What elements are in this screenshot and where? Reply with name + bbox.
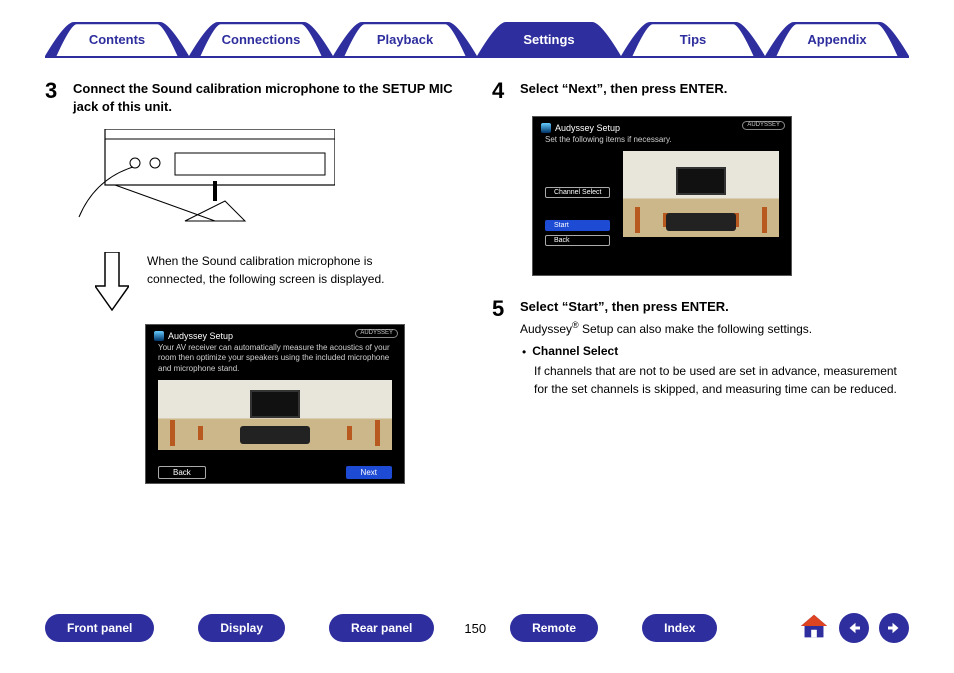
down-arrow-icon [95, 252, 129, 312]
left-column: 3 Connect the Sound calibration micropho… [45, 80, 462, 573]
step-title: Connect the Sound calibration microphone… [73, 80, 462, 115]
room-illustration [623, 151, 779, 237]
tab-label: Connections [222, 32, 301, 47]
osd-body: Set the following items if necessary. [533, 135, 791, 145]
step-title: Select “Next”, then press ENTER. [520, 80, 727, 98]
step-number: 5 [492, 298, 508, 398]
audyssey-logo-icon [154, 331, 164, 341]
bullet-body: If channels that are not to be used are … [534, 362, 909, 398]
tab-label: Settings [523, 32, 574, 47]
home-icon[interactable] [799, 611, 829, 646]
osd-screen-1: Audyssey Setup AUDYSSEY Your AV receiver… [145, 324, 405, 484]
audyssey-logo-icon [541, 123, 551, 133]
bullet-dot-icon: • [522, 344, 526, 361]
step-3: 3 Connect the Sound calibration micropho… [45, 80, 462, 115]
right-column: 4 Select “Next”, then press ENTER. Audys… [492, 80, 909, 573]
note-text: When the Sound calibration microphone is… [147, 252, 407, 288]
page-number: 150 [464, 621, 486, 636]
osd-side-buttons: Channel Select Start Back [545, 187, 610, 246]
step-5: 5 Select “Start”, then press ENTER. Audy… [492, 298, 909, 398]
osd-next-button: Next [346, 466, 392, 479]
room-illustration [158, 380, 392, 450]
nav-front-panel[interactable]: Front panel [45, 614, 154, 642]
step-title: Select “Start”, then press ENTER. [520, 298, 909, 316]
tab-settings[interactable]: Settings [477, 22, 621, 56]
osd-back-button: Back [158, 466, 206, 479]
tab-appendix[interactable]: Appendix [765, 22, 909, 56]
nav-index[interactable]: Index [642, 614, 717, 642]
bottom-nav: Front panel Display Rear panel 150 Remot… [45, 611, 909, 645]
osd-title: Audyssey Setup [555, 123, 620, 133]
tab-playback[interactable]: Playback [333, 22, 477, 56]
tab-label: Playback [377, 32, 433, 47]
audyssey-badge: AUDYSSEY [742, 121, 785, 130]
bullet-title: Channel Select [532, 344, 618, 361]
step-desc: Audyssey® Setup can also make the follow… [520, 319, 909, 338]
step-number: 4 [492, 80, 508, 102]
tab-label: Contents [89, 32, 145, 47]
osd-title: Audyssey Setup [168, 331, 233, 341]
step-number: 3 [45, 80, 61, 115]
tab-contents[interactable]: Contents [45, 22, 189, 56]
note-row: When the Sound calibration microphone is… [95, 252, 462, 312]
bullet: • Channel Select [522, 344, 909, 361]
nav-display[interactable]: Display [198, 614, 285, 642]
top-nav: Contents Connections Playback Settings T… [45, 22, 909, 58]
osd-screen-2: Audyssey Setup AUDYSSEY Set the followin… [532, 116, 792, 276]
desc-pre: Audyssey [520, 322, 572, 336]
osd-channel-select-button: Channel Select [545, 187, 610, 198]
page-content: 3 Connect the Sound calibration micropho… [45, 80, 909, 573]
nav-rear-panel[interactable]: Rear panel [329, 614, 434, 642]
nav-remote[interactable]: Remote [510, 614, 598, 642]
step-4: 4 Select “Next”, then press ENTER. [492, 80, 909, 102]
tab-label: Appendix [807, 32, 866, 47]
registered-icon: ® [572, 320, 579, 330]
audyssey-badge: AUDYSSEY [355, 329, 398, 338]
osd-body: Your AV receiver can automatically measu… [146, 343, 404, 374]
tab-connections[interactable]: Connections [189, 22, 333, 56]
nav-icons [799, 611, 909, 646]
desc-post: Setup can also make the following settin… [579, 322, 812, 336]
osd-back-button: Back [545, 235, 610, 246]
tab-label: Tips [680, 32, 707, 47]
osd-start-button: Start [545, 220, 610, 231]
tab-tips[interactable]: Tips [621, 22, 765, 56]
prev-page-icon[interactable] [839, 613, 869, 643]
device-illustration [75, 129, 335, 239]
next-page-icon[interactable] [879, 613, 909, 643]
